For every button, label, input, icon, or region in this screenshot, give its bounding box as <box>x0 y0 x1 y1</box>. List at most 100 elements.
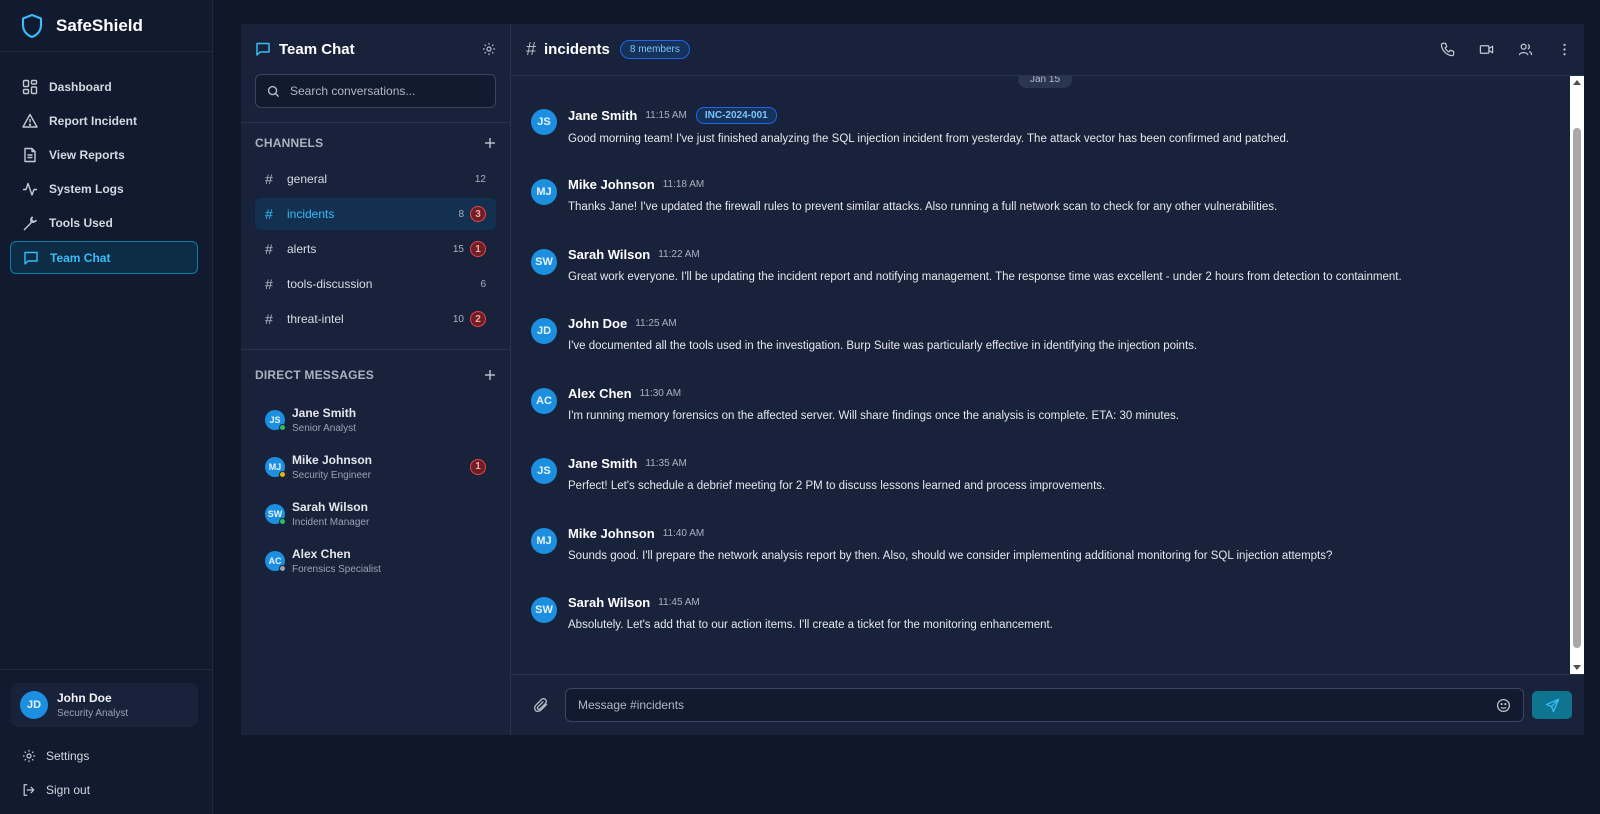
search-box[interactable] <box>255 74 496 108</box>
channel-count: 12 <box>474 173 486 185</box>
activity-icon <box>23 182 37 196</box>
avatar[interactable]: JS <box>531 109 557 135</box>
message-text: Good morning team! I've just finished an… <box>568 133 1290 145</box>
dm-item-jane-smith[interactable]: JS Jane Smith Senior Analyst <box>241 396 510 443</box>
send-icon <box>1545 698 1559 712</box>
message-item: SW Sarah Wilson 11:45 AM Absolutely. Let… <box>531 595 1531 631</box>
message-text: Absolutely. Let's add that to our action… <box>568 619 1053 631</box>
avatar[interactable]: JD <box>531 318 557 344</box>
message-input[interactable] <box>578 698 1496 712</box>
users-icon[interactable] <box>1518 42 1533 57</box>
add-dm-icon[interactable] <box>484 369 496 381</box>
app-name: SafeShield <box>56 15 143 35</box>
avatar-initials: AC <box>268 555 282 566</box>
message-time: 11:30 AM <box>639 388 682 399</box>
avatar[interactable]: AC <box>531 388 557 414</box>
channel-item-general[interactable]: # general 12 <box>255 163 496 195</box>
signout-link[interactable]: Sign out <box>0 773 212 807</box>
avatar-initials: SW <box>267 508 283 519</box>
gear-icon[interactable] <box>482 42 496 56</box>
dm-name: Alex Chen <box>292 546 351 561</box>
paperclip-icon[interactable] <box>533 697 549 713</box>
incident-tag[interactable]: INC-2024-001 <box>695 107 777 124</box>
dm-heading: DIRECT MESSAGES <box>255 368 375 382</box>
message-text: Perfect! Let's schedule a debrief meetin… <box>568 480 1106 492</box>
dm-item-sarah-wilson[interactable]: SW Sarah Wilson Incident Manager <box>241 490 510 537</box>
nav-item-label: Report Incident <box>49 114 138 128</box>
channel-item-tools-discussion[interactable]: # tools-discussion 6 <box>255 268 496 300</box>
message-time: 11:35 AM <box>645 458 687 469</box>
channel-item-alerts[interactable]: # alerts 15 1 <box>255 233 496 265</box>
avatar[interactable]: MJ <box>531 179 557 205</box>
message-author[interactable]: Jane Smith <box>568 108 637 123</box>
scroll-down-arrow[interactable] <box>1573 665 1581 670</box>
more-vertical-icon[interactable] <box>1557 42 1572 57</box>
dm-role: Incident Manager <box>292 516 370 528</box>
status-dot <box>279 470 286 478</box>
message-item: AC Alex Chen 11:30 AM I'm running memory… <box>531 386 1531 422</box>
hash-icon: # <box>265 311 273 327</box>
add-channel-icon[interactable] <box>484 137 496 149</box>
signout-label: Sign out <box>46 783 91 797</box>
channel-name: tools-discussion <box>287 277 373 291</box>
message-input-box[interactable] <box>565 688 1524 722</box>
nav-item-report-incident[interactable]: Report Incident <box>0 104 212 138</box>
message-author[interactable]: Sarah Wilson <box>568 595 650 610</box>
avatar: JD <box>20 691 48 719</box>
channel-item-incidents[interactable]: # incidents 8 3 <box>255 198 496 230</box>
nav-item-system-logs[interactable]: System Logs <box>0 172 212 206</box>
nav-item-label: Tools Used <box>49 216 113 230</box>
avatar[interactable]: MJ <box>531 528 557 554</box>
user-card[interactable]: JD John Doe Security Analyst <box>11 683 198 727</box>
channel-item-threat-intel[interactable]: # threat-intel 10 2 <box>255 303 496 335</box>
nav-item-view-reports[interactable]: View Reports <box>0 138 212 172</box>
scroll-up-arrow[interactable] <box>1573 80 1581 85</box>
message-time: 11:22 AM <box>658 249 700 260</box>
avatar: MJ <box>265 456 286 478</box>
avatar[interactable]: SW <box>531 597 557 623</box>
message-author[interactable]: Mike Johnson <box>568 526 655 541</box>
dm-role: Forensics Specialist <box>292 563 381 575</box>
channel-title: incidents <box>544 41 610 58</box>
message-text: Great work everyone. I'll be updating th… <box>568 271 1402 283</box>
log-out-icon <box>23 784 35 796</box>
dm-item-mike-johnson[interactable]: MJ Mike Johnson Security Engineer 1 <box>241 443 510 490</box>
message-time: 11:15 AM <box>645 110 687 121</box>
settings-link[interactable]: Settings <box>0 739 212 773</box>
dm-name: Jane Smith <box>292 405 357 420</box>
hash-icon: # <box>265 171 273 187</box>
dm-item-alex-chen[interactable]: AC Alex Chen Forensics Specialist <box>241 537 510 584</box>
message-author[interactable]: Sarah Wilson <box>568 247 650 262</box>
nav-item-dashboard[interactable]: Dashboard <box>0 70 212 104</box>
video-icon[interactable] <box>1479 42 1494 57</box>
main-nav: SafeShield Dashboard Report Incident Vie… <box>0 0 213 814</box>
message-item: JS Jane Smith 11:35 AM Perfect! Let's sc… <box>531 456 1531 492</box>
avatar[interactable]: SW <box>531 249 557 275</box>
message-author[interactable]: Mike Johnson <box>568 177 655 192</box>
message-text: Thanks Jane! I've updated the firewall r… <box>568 201 1278 213</box>
nav-item-label: Team Chat <box>50 250 111 265</box>
message-scrollbar[interactable] <box>1570 76 1584 674</box>
message-author[interactable]: Jane Smith <box>568 456 637 471</box>
channels-header: CHANNELS <box>241 123 510 163</box>
brand: SafeShield <box>0 0 212 52</box>
search-icon <box>267 85 280 97</box>
phone-icon[interactable] <box>1440 42 1455 57</box>
message-author[interactable]: John Doe <box>568 316 627 331</box>
members-badge[interactable]: 8 members <box>619 40 690 59</box>
avatar[interactable]: JS <box>531 458 557 484</box>
gear-icon <box>22 749 36 763</box>
nav-item-team-chat[interactable]: Team Chat <box>10 241 198 274</box>
search-input[interactable] <box>290 84 490 98</box>
hash-icon: # <box>265 206 273 222</box>
dm-header: DIRECT MESSAGES <box>241 350 510 400</box>
smile-icon[interactable] <box>1496 698 1511 713</box>
scroll-thumb[interactable] <box>1573 128 1581 648</box>
hash-icon: # <box>526 39 537 59</box>
send-button[interactable] <box>1532 691 1572 719</box>
channel-header: # incidents 8 members <box>511 24 1584 76</box>
unread-badge: 2 <box>470 311 486 327</box>
nav-bottom: JD John Doe Security Analyst Settings Si… <box>0 669 212 814</box>
message-author[interactable]: Alex Chen <box>568 386 632 401</box>
nav-item-tools-used[interactable]: Tools Used <box>0 206 212 240</box>
